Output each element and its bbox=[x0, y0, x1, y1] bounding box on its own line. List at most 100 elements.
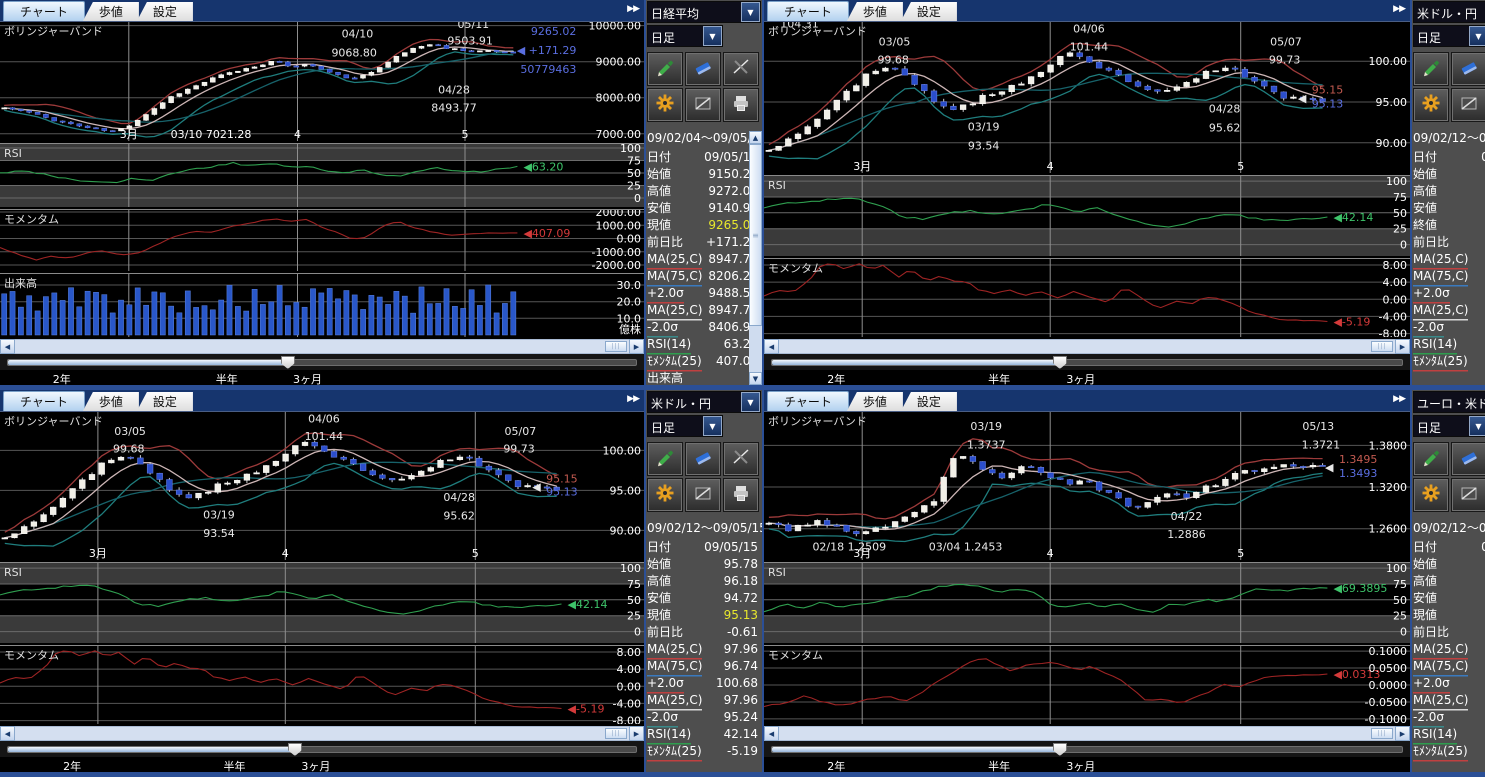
tab-overflow-icon[interactable]: ▶▶ bbox=[627, 4, 639, 14]
tab-chart[interactable]: チャート bbox=[3, 391, 85, 411]
settings-gear-button[interactable] bbox=[1413, 88, 1449, 122]
horizontal-scrollbar[interactable]: ◀ ||| ▶ bbox=[764, 339, 1410, 354]
chevron-down-icon[interactable]: ▼ bbox=[1469, 26, 1485, 46]
momentum-chart[interactable]: ◀-5.198.004.000.00-4.00-8.00モメンタム bbox=[764, 258, 1410, 337]
period-select[interactable]: 日足 ▼ bbox=[1413, 25, 1485, 47]
zoom-slider-thumb[interactable] bbox=[1053, 356, 1067, 369]
scrollbar-track[interactable]: ||| bbox=[779, 726, 1395, 741]
scroll-left-button[interactable]: ◀ bbox=[0, 726, 15, 741]
scroll-left-button[interactable]: ◀ bbox=[764, 339, 779, 354]
scroll-right-button[interactable]: ▶ bbox=[629, 726, 644, 741]
rsi-chart[interactable]: ◀42.141007550250RSI bbox=[764, 175, 1410, 256]
momentum-chart[interactable]: ◀407.092000.001000.000.00-1000.00-2000.0… bbox=[0, 209, 644, 271]
price-chart[interactable]: 1.38001.32001.26001.20003月4503/191.37370… bbox=[764, 411, 1410, 560]
tab-chart[interactable]: チャート bbox=[767, 1, 849, 21]
chevron-down-icon[interactable]: ▼ bbox=[741, 2, 760, 22]
eraser-button[interactable] bbox=[1451, 52, 1485, 86]
pencil-button[interactable] bbox=[1413, 52, 1449, 86]
horizontal-scrollbar[interactable]: ◀ ||| ▶ bbox=[0, 339, 644, 354]
rsi-chart[interactable]: ◀69.38951007550250RSI bbox=[764, 562, 1410, 643]
scroll-left-button[interactable]: ◀ bbox=[764, 726, 779, 741]
scrollbar-thumb[interactable]: ||| bbox=[1371, 728, 1393, 739]
tab-overflow-icon[interactable]: ▶▶ bbox=[1393, 4, 1405, 14]
tab-quotes[interactable]: 歩値 bbox=[847, 392, 903, 411]
tab-settings[interactable]: 設定 bbox=[901, 2, 957, 21]
settings-gear-button[interactable] bbox=[647, 88, 683, 122]
price-chart[interactable]: 10000.009000.008000.007000.003月03/10 702… bbox=[0, 21, 644, 141]
zoom-slider-track[interactable] bbox=[771, 746, 1403, 753]
price-chart[interactable]: 100.0095.0090.003月4503/0599.6804/06101.4… bbox=[0, 411, 644, 560]
scrollbar-track[interactable]: ||| bbox=[15, 339, 629, 354]
scrollbar-thumb[interactable]: ≡ bbox=[749, 144, 762, 326]
settings-gear-button[interactable] bbox=[1413, 478, 1449, 512]
scroll-up-button[interactable]: ▲ bbox=[749, 131, 762, 144]
chevron-down-icon[interactable]: ▼ bbox=[703, 26, 722, 46]
trendline-delete-button[interactable] bbox=[723, 442, 759, 476]
tab-overflow-icon[interactable]: ▶▶ bbox=[1393, 394, 1405, 404]
tab-overflow-icon[interactable]: ▶▶ bbox=[627, 394, 639, 404]
momentum-chart[interactable]: ◀-5.198.004.000.00-4.00-8.00モメンタム bbox=[0, 645, 644, 724]
eraser-button[interactable] bbox=[685, 52, 721, 86]
instrument-select[interactable]: 日経平均 ▼ bbox=[647, 1, 761, 23]
chevron-down-icon[interactable]: ▼ bbox=[1469, 416, 1485, 436]
pencil-button[interactable] bbox=[647, 52, 683, 86]
clear-drawings-button[interactable] bbox=[685, 478, 721, 512]
tab-settings[interactable]: 設定 bbox=[137, 2, 193, 21]
zoom-slider[interactable] bbox=[0, 354, 644, 370]
scroll-right-button[interactable]: ▶ bbox=[629, 339, 644, 354]
zoom-slider-track[interactable] bbox=[7, 359, 637, 366]
period-select[interactable]: 日足 ▼ bbox=[1413, 415, 1485, 437]
scrollbar-thumb[interactable]: ||| bbox=[605, 341, 627, 352]
rsi-chart[interactable]: ◀63.201007550250RSI bbox=[0, 143, 644, 207]
scroll-left-button[interactable]: ◀ bbox=[0, 339, 15, 354]
trendline-delete-button[interactable] bbox=[723, 52, 759, 86]
tab-settings[interactable]: 設定 bbox=[137, 392, 193, 411]
volume-chart[interactable]: 30.020.010.0億株出来高 bbox=[0, 273, 644, 337]
horizontal-scrollbar[interactable]: ◀ ||| ▶ bbox=[0, 726, 644, 741]
zoom-slider-thumb[interactable] bbox=[288, 743, 302, 756]
zoom-slider[interactable] bbox=[0, 741, 644, 757]
horizontal-scrollbar[interactable]: ◀ ||| ▶ bbox=[764, 726, 1410, 741]
rsi-chart[interactable]: ◀42.141007550250RSI bbox=[0, 562, 644, 643]
zoom-slider[interactable] bbox=[764, 354, 1410, 370]
momentum-chart[interactable]: ◀0.03130.10000.05000.0000-0.0500-0.1000モ… bbox=[764, 645, 1410, 724]
tab-settings[interactable]: 設定 bbox=[901, 392, 957, 411]
scroll-right-button[interactable]: ▶ bbox=[1395, 726, 1410, 741]
scroll-right-button[interactable]: ▶ bbox=[1395, 339, 1410, 354]
chevron-down-icon[interactable]: ▼ bbox=[741, 392, 760, 412]
zoom-slider-thumb[interactable] bbox=[1053, 743, 1067, 756]
chevron-down-icon[interactable]: ▼ bbox=[703, 416, 722, 436]
clear-drawings-button[interactable] bbox=[685, 88, 721, 122]
period-select[interactable]: 日足 ▼ bbox=[647, 25, 723, 47]
vertical-scrollbar[interactable]: ▲ ≡ ▼ bbox=[749, 131, 762, 385]
tab-quotes[interactable]: 歩値 bbox=[847, 2, 903, 21]
tab-quotes[interactable]: 歩値 bbox=[83, 392, 139, 411]
print-button[interactable] bbox=[723, 88, 759, 122]
scrollbar-track[interactable]: ≡ bbox=[749, 144, 762, 372]
scrollbar-track[interactable]: ||| bbox=[779, 339, 1395, 354]
instrument-select[interactable]: 米ドル・円 ▼ bbox=[1413, 1, 1485, 23]
tab-quotes[interactable]: 歩値 bbox=[83, 2, 139, 21]
zoom-slider-thumb[interactable] bbox=[281, 356, 295, 369]
tab-chart[interactable]: チャート bbox=[3, 1, 85, 21]
zoom-slider-track[interactable] bbox=[771, 359, 1403, 366]
scrollbar-thumb[interactable]: ||| bbox=[605, 728, 627, 739]
eraser-button[interactable] bbox=[685, 442, 721, 476]
period-select[interactable]: 日足 ▼ bbox=[647, 415, 723, 437]
zoom-slider[interactable] bbox=[764, 741, 1410, 757]
settings-gear-button[interactable] bbox=[647, 478, 683, 512]
tab-chart[interactable]: チャート bbox=[767, 391, 849, 411]
pencil-button[interactable] bbox=[647, 442, 683, 476]
zoom-slider-track[interactable] bbox=[7, 746, 637, 753]
scrollbar-thumb[interactable]: ||| bbox=[1371, 341, 1393, 352]
instrument-select[interactable]: 米ドル・円 ▼ bbox=[647, 391, 761, 413]
instrument-select[interactable]: ユーロ・米ドル ▼ bbox=[1413, 391, 1485, 413]
clear-drawings-button[interactable] bbox=[1451, 478, 1485, 512]
print-button[interactable] bbox=[723, 478, 759, 512]
clear-drawings-button[interactable] bbox=[1451, 88, 1485, 122]
scroll-down-button[interactable]: ▼ bbox=[749, 372, 762, 385]
pencil-button[interactable] bbox=[1413, 442, 1449, 476]
eraser-button[interactable] bbox=[1451, 442, 1485, 476]
scrollbar-track[interactable]: ||| bbox=[15, 726, 629, 741]
price-chart[interactable]: 100.0095.0090.003月45104.3103/0599.6804/0… bbox=[764, 21, 1410, 173]
